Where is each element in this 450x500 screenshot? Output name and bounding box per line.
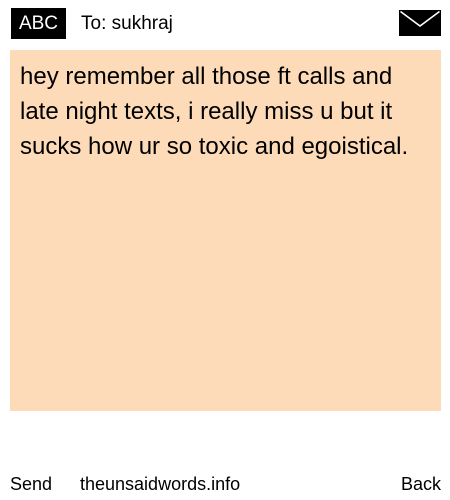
input-mode-badge: ABC [11, 8, 66, 39]
back-button[interactable]: Back [401, 472, 441, 496]
message-body[interactable]: hey remember all those ft calls and late… [10, 50, 441, 411]
envelope-icon [399, 10, 441, 36]
message-text: hey remember all those ft calls and late… [20, 63, 409, 160]
site-link[interactable]: theunsaidwords.info [80, 472, 240, 496]
recipient-label: To: sukhraj [81, 13, 173, 34]
send-button[interactable]: Send [10, 472, 52, 496]
